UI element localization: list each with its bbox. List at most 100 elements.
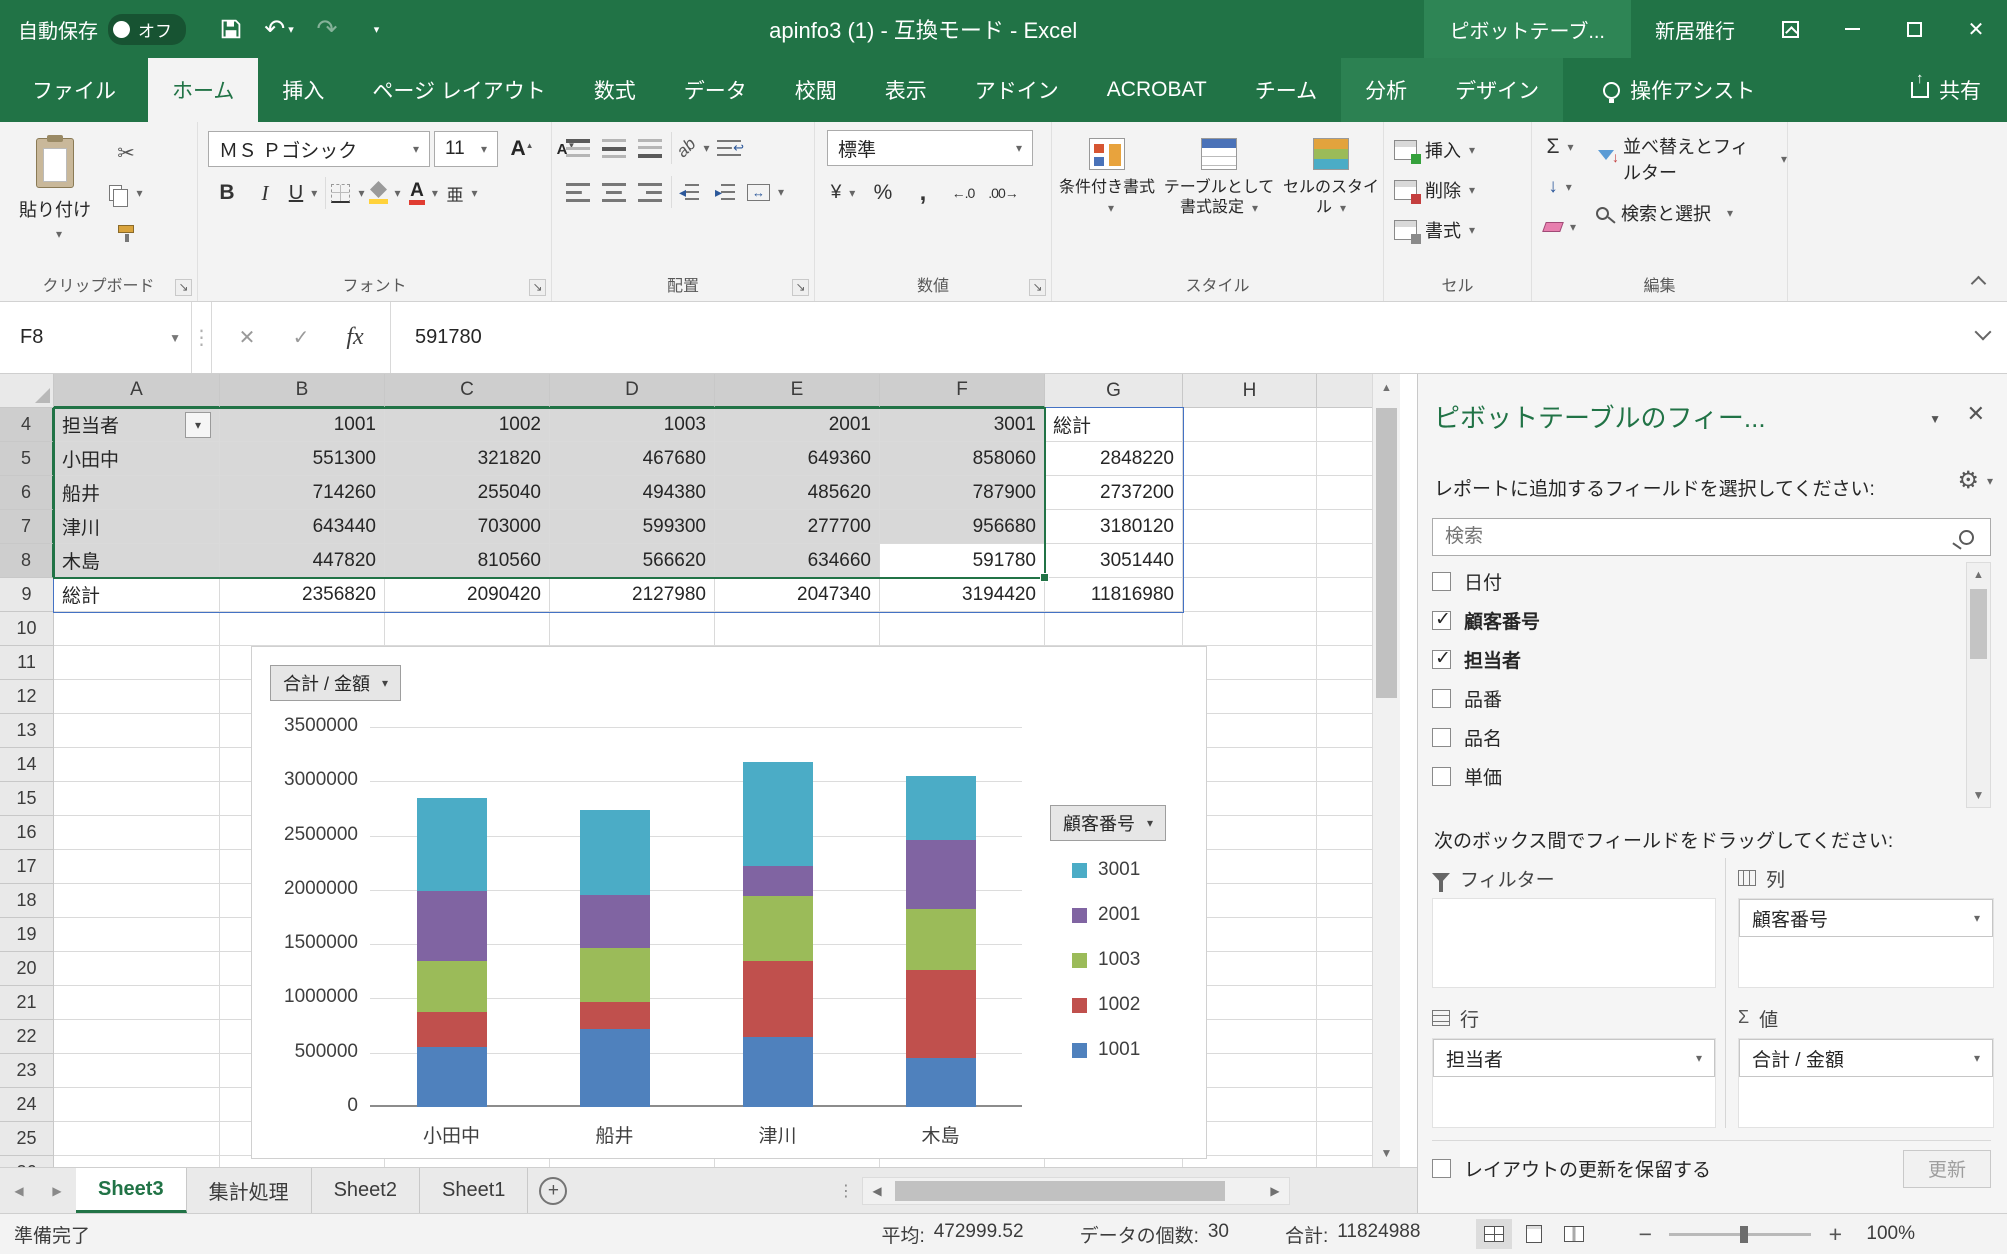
cell-B4[interactable]: 1001 [220,408,385,442]
ribbon-tab-home[interactable]: ホーム [148,58,258,122]
insert-function-button[interactable]: fx [328,324,382,351]
tools-gear-button[interactable] [1957,466,1993,495]
cell-D6[interactable]: 494380 [550,476,715,510]
columns-area-item[interactable]: 顧客番号 [1739,899,1993,937]
rows-drop-zone[interactable]: 担当者 [1432,1038,1716,1128]
cell-A7[interactable]: 津川 [54,510,220,544]
cell-B7[interactable]: 643440 [220,510,385,544]
row-header-17[interactable]: 17 [0,850,54,884]
pivot-chart[interactable]: 合計 / 金額 顧客番号 30012001100310021001 050000… [251,646,1207,1159]
tell-me-button[interactable]: 操作アシスト [1579,58,1779,122]
sheet-tab-Sheet1[interactable]: Sheet1 [420,1168,528,1213]
chart-bar-小田中[interactable] [417,727,487,1107]
cell-H6[interactable] [1183,476,1317,510]
cell-D7[interactable]: 599300 [550,510,715,544]
ribbon-tab-add-ins[interactable]: アドイン [951,58,1083,122]
cell-A25[interactable] [54,1122,220,1156]
increase-decimal-button[interactable]: ←.0 [943,174,983,212]
cell-D8[interactable]: 566620 [550,544,715,578]
cut-button[interactable] [106,134,146,172]
ribbon-tab-review[interactable]: 校閲 [771,58,861,122]
decrease-indent-button[interactable] [675,174,711,210]
cell-A9[interactable]: 総計 [54,578,220,612]
font-color-button[interactable]: A [405,174,443,212]
cell-E6[interactable]: 485620 [715,476,880,510]
cell-A14[interactable] [54,748,220,782]
row-header-15[interactable]: 15 [0,782,54,816]
pane-options-button[interactable] [1929,407,1941,429]
underline-button[interactable]: U [284,174,322,212]
row-header-25[interactable]: 25 [0,1122,54,1156]
update-button[interactable]: 更新 [1903,1150,1991,1188]
field-search-input[interactable] [1433,526,1959,548]
ruby-button[interactable]: 亜 [443,174,481,212]
zoom-out-button[interactable] [1630,1221,1660,1248]
merge-center-button[interactable] [747,174,784,210]
sheet-tab-集計処理[interactable]: 集計処理 [187,1168,312,1213]
row-header-7[interactable]: 7 [0,510,54,544]
cell-E7[interactable]: 277700 [715,510,880,544]
ribbon-tab-design[interactable]: デザイン [1431,58,1563,122]
cell-A6[interactable]: 船井 [54,476,220,510]
page-layout-view-button[interactable] [1516,1219,1552,1249]
percent-style-button[interactable]: % [863,174,903,212]
row-header-8[interactable]: 8 [0,544,54,578]
cell-A8[interactable]: 木島 [54,544,220,578]
italic-button[interactable]: I [246,174,284,212]
insert-cells-button[interactable]: 挿入 [1394,132,1475,168]
chart-bar-木島[interactable] [906,727,976,1107]
field-checkbox[interactable] [1432,572,1451,591]
field-list-scroll-up[interactable] [1967,563,1990,587]
select-all-corner[interactable] [0,374,54,408]
cell-A23[interactable] [54,1054,220,1088]
chart-bar-津川[interactable] [743,727,813,1107]
cell-G8[interactable]: 3051440 [1045,544,1183,578]
cell-E4[interactable]: 2001 [715,408,880,442]
field-checkbox[interactable] [1432,611,1451,630]
column-header-E[interactable]: E [715,374,880,408]
bold-button[interactable]: B [208,174,246,212]
row-header-21[interactable]: 21 [0,986,54,1020]
cell-A21[interactable] [54,986,220,1020]
cell-H7[interactable] [1183,510,1317,544]
row-header-16[interactable]: 16 [0,816,54,850]
cell-G10[interactable] [1045,612,1183,646]
scroll-right-arrow[interactable] [1261,1178,1289,1204]
cell-C4[interactable]: 1002 [385,408,550,442]
cell-F5[interactable]: 858060 [880,442,1045,476]
cell-G9[interactable]: 11816980 [1045,578,1183,612]
sheet-nav-prev-button[interactable] [0,1168,38,1213]
increase-font-size-button[interactable]: A [502,130,542,168]
currency-format-button[interactable]: ¥ [823,174,863,212]
chart-legend-item-1003[interactable]: 1003 [1072,949,1140,971]
find-select-button[interactable]: 検索と選択 [1596,192,1733,234]
wrap-text-button[interactable] [711,130,747,166]
maximize-button[interactable] [1883,0,1945,58]
ribbon-tab-data[interactable]: データ [660,58,771,122]
ribbon-tab-page-layout[interactable]: ページ レイアウト [348,58,569,122]
cell-D10[interactable] [550,612,715,646]
column-header-F[interactable]: F [880,374,1045,408]
new-sheet-button[interactable] [528,1168,578,1213]
cell-H10[interactable] [1183,612,1317,646]
align-bottom-button[interactable] [632,130,668,166]
row-header-11[interactable]: 11 [0,646,54,680]
row-header-9[interactable]: 9 [0,578,54,612]
minimize-button[interactable] [1821,0,1883,58]
cell-B9[interactable]: 2356820 [220,578,385,612]
cell-F7[interactable]: 956680 [880,510,1045,544]
autosum-button[interactable]: Σ [1540,128,1580,166]
vertical-scrollbar[interactable] [1372,374,1400,1167]
cell-H9[interactable] [1183,578,1317,612]
zoom-slider[interactable] [1669,1233,1811,1236]
autosave-toggle[interactable]: 自動保存 オフ [18,14,186,45]
cell-A17[interactable] [54,850,220,884]
sheet-tab-Sheet2[interactable]: Sheet2 [312,1168,420,1213]
cell-H4[interactable] [1183,408,1317,442]
cell-G7[interactable]: 3180120 [1045,510,1183,544]
row-header-18[interactable]: 18 [0,884,54,918]
sheet-nav-next-button[interactable] [38,1168,76,1213]
page-break-view-button[interactable] [1556,1219,1592,1249]
formula-bar-handle[interactable] [192,302,212,373]
zoom-in-button[interactable] [1820,1221,1850,1248]
